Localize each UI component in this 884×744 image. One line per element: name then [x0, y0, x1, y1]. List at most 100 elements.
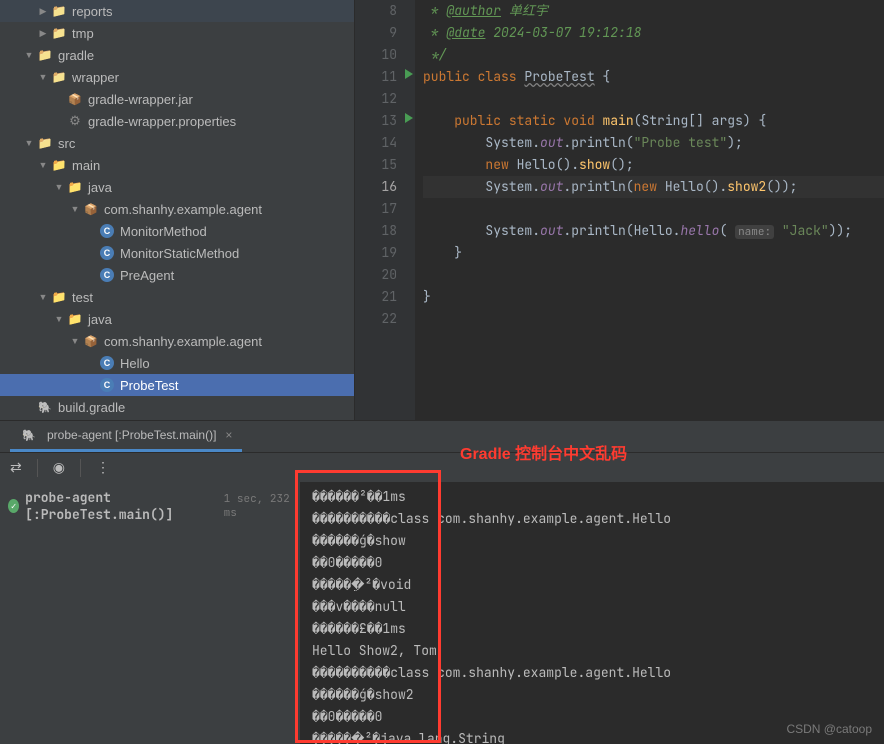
console-toolbar: ⇄ ◉ ⋮: [0, 452, 884, 482]
line-num: 8: [355, 0, 415, 22]
line-num: 14: [355, 132, 415, 154]
console-line: ������£��1ms: [312, 618, 872, 640]
tree-label: java: [88, 180, 112, 195]
folder-green-icon: [50, 289, 68, 305]
line-num: 12: [355, 88, 415, 110]
tree-item-tmp[interactable]: tmp: [0, 22, 354, 44]
class-icon: [100, 356, 114, 370]
tree-label: main: [72, 158, 100, 173]
tree-item-package-main[interactable]: com.shanhy.example.agent: [0, 198, 354, 220]
console-output[interactable]: ������²��1ms ����������class com.shanhy.…: [300, 482, 884, 744]
gear-icon: [66, 113, 84, 129]
console-line: ����������class com.shanhy.example.agent…: [312, 662, 872, 684]
line-num: 16: [355, 176, 415, 198]
line-num: 18: [355, 220, 415, 242]
tree-item-src[interactable]: src: [0, 132, 354, 154]
line-num: 9: [355, 22, 415, 44]
line-num: 15: [355, 154, 415, 176]
line-num: 10: [355, 44, 415, 66]
run-gutter-icon[interactable]: [405, 113, 413, 123]
tree-label: test: [72, 290, 93, 305]
tree-item-pre-agent[interactable]: PreAgent: [0, 264, 354, 286]
run-gutter-icon[interactable]: [405, 69, 413, 79]
folder-blue-icon: [50, 157, 68, 173]
task-name: probe-agent [:ProbeTest.main()]: [25, 489, 218, 523]
code-area[interactable]: * @author 单红宇 * @date 2024-03-07 19:12:1…: [415, 0, 884, 420]
divider: [80, 459, 81, 477]
tree-label: src: [58, 136, 75, 151]
tree-label: gradle-wrapper.properties: [88, 114, 236, 129]
tree-label: Hello: [120, 356, 150, 371]
tree-item-props[interactable]: gradle-wrapper.properties: [0, 110, 354, 132]
tree-item-wrapper[interactable]: wrapper: [0, 66, 354, 88]
tree-label: com.shanhy.example.agent: [104, 202, 262, 217]
tree-label: PreAgent: [120, 268, 174, 283]
folder-blue-icon: [66, 179, 84, 195]
collapse-icon[interactable]: ⇄: [10, 459, 22, 476]
folder-icon: [50, 3, 68, 19]
tree-label: gradle: [58, 48, 94, 63]
folder-green-icon: [66, 311, 84, 327]
tree-item-main[interactable]: main: [0, 154, 354, 176]
tree-label: ProbeTest: [120, 378, 179, 393]
tree-item-package-test[interactable]: com.shanhy.example.agent: [0, 330, 354, 352]
tree-label: wrapper: [72, 70, 119, 85]
line-num: 22: [355, 308, 415, 330]
view-icon[interactable]: ◉: [53, 459, 65, 476]
console-line: ��0�����0: [312, 552, 872, 574]
task-success-icon: [8, 499, 19, 513]
tree-item-reports[interactable]: reports: [0, 0, 354, 22]
tree-label: MonitorMethod: [120, 224, 207, 239]
line-gutter: 8 9 10 11 12 13 14 15 16 17 18 19 20 21 …: [355, 0, 415, 420]
tree-item-monitor-static[interactable]: MonitorStaticMethod: [0, 242, 354, 264]
tree-item-build-gradle[interactable]: build.gradle: [0, 396, 354, 418]
tree-item-gradle[interactable]: gradle: [0, 44, 354, 66]
jar-icon: [66, 91, 84, 107]
tree-item-java-main[interactable]: java: [0, 176, 354, 198]
console-line: Hello Show2, Tom: [312, 640, 872, 662]
tree-item-jar[interactable]: gradle-wrapper.jar: [0, 88, 354, 110]
line-num: 13: [355, 110, 415, 132]
folder-icon: [50, 69, 68, 85]
folder-icon: [36, 135, 54, 151]
console-line: ���v����null: [312, 596, 872, 618]
annotation-label: Gradle 控制台中文乱码: [460, 440, 627, 464]
project-tree[interactable]: reports tmp gradle wrapper gradle-wrappe…: [0, 0, 355, 420]
tree-item-test[interactable]: test: [0, 286, 354, 308]
console-line: ������²��1ms: [312, 486, 872, 508]
tab-label: probe-agent [:ProbeTest.main()]: [47, 428, 216, 442]
task-item[interactable]: probe-agent [:ProbeTest.main()] 1 sec, 2…: [8, 486, 292, 526]
line-num: 21: [355, 286, 415, 308]
console-line: ������ǵ�show: [312, 530, 872, 552]
package-icon: [82, 201, 100, 217]
gradle-icon: [20, 427, 38, 443]
gradle-icon: [36, 399, 54, 415]
tree-label: java: [88, 312, 112, 327]
tree-label: com.shanhy.example.agent: [104, 334, 262, 349]
task-time: 1 sec, 232 ms: [224, 492, 292, 520]
tree-label: reports: [72, 4, 112, 19]
run-tab[interactable]: probe-agent [:ProbeTest.main()] ×: [10, 421, 242, 452]
tree-item-hello[interactable]: Hello: [0, 352, 354, 374]
console-panel: probe-agent [:ProbeTest.main()] 1 sec, 2…: [0, 482, 884, 744]
console-line: ����������class com.shanhy.example.agent…: [312, 508, 872, 530]
watermark: CSDN @catoop: [786, 722, 872, 736]
folder-icon: [36, 47, 54, 63]
code-editor[interactable]: 8 9 10 11 12 13 14 15 16 17 18 19 20 21 …: [355, 0, 884, 420]
line-num: 20: [355, 264, 415, 286]
close-tab-icon[interactable]: ×: [225, 428, 232, 442]
tree-item-java-test[interactable]: java: [0, 308, 354, 330]
console-line: ������ǵ�show2: [312, 684, 872, 706]
class-icon: [100, 268, 114, 282]
task-list[interactable]: probe-agent [:ProbeTest.main()] 1 sec, 2…: [0, 482, 300, 744]
line-num: 17: [355, 198, 415, 220]
class-icon: [100, 224, 114, 238]
line-num: 11: [355, 66, 415, 88]
divider: [37, 459, 38, 477]
more-icon[interactable]: ⋮: [96, 459, 110, 476]
tree-label: gradle-wrapper.jar: [88, 92, 193, 107]
console-line: ������ֵ²�void: [312, 574, 872, 596]
tree-label: build.gradle: [58, 400, 125, 415]
tree-item-monitor-method[interactable]: MonitorMethod: [0, 220, 354, 242]
tree-item-probe-test[interactable]: ProbeTest: [0, 374, 354, 396]
